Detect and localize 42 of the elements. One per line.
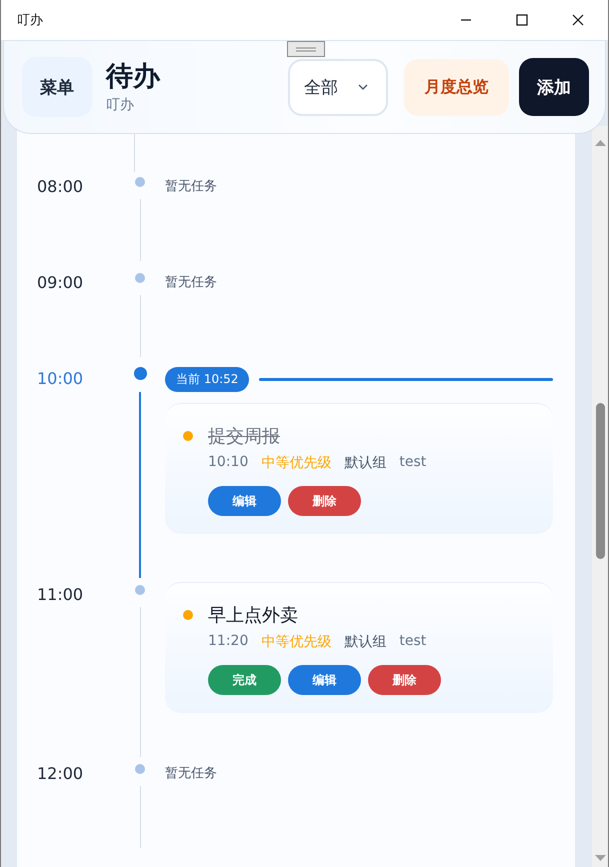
page-title: 待办 — [106, 60, 160, 94]
delete-button[interactable]: 删除 — [368, 665, 441, 695]
hour-label: 11:00 — [37, 585, 84, 604]
add-button[interactable]: 添加 — [519, 58, 589, 116]
timeline-dot — [135, 764, 145, 774]
menu-button[interactable]: 菜单 — [22, 57, 92, 117]
current-time-badge: 当前 10:52 — [165, 366, 250, 392]
chevron-down-icon — [358, 84, 368, 90]
timeline-dot — [135, 177, 145, 187]
scrollbar-thumb[interactable] — [596, 403, 605, 559]
edit-button[interactable]: 编辑 — [208, 486, 281, 516]
complete-button[interactable]: 完成 — [208, 665, 281, 695]
task-group: 默认组 — [344, 454, 386, 472]
hour-label: 09:00 — [37, 273, 84, 292]
empty-slot-text: 暂无任务 — [165, 766, 217, 781]
task-tag: test — [399, 454, 426, 472]
page-subtitle: 叮办 — [106, 96, 135, 114]
maximize-icon[interactable] — [516, 14, 528, 26]
task-priority: 中等优先级 — [261, 633, 332, 651]
task-group: 默认组 — [344, 633, 386, 651]
task-tag: test — [399, 633, 426, 651]
task-title: 早上点外卖 — [208, 604, 298, 627]
task-title: 提交周报 — [208, 425, 280, 448]
hour-label: 10:00 — [37, 369, 84, 388]
empty-slot-text: 暂无任务 — [165, 275, 217, 290]
delete-button[interactable]: 删除 — [288, 486, 361, 516]
close-icon[interactable] — [572, 14, 584, 26]
task-priority: 中等优先级 — [261, 454, 332, 472]
task-time: 11:20 — [208, 633, 248, 651]
month-overview-button[interactable]: 月度总览 — [404, 58, 509, 116]
empty-slot-text: 暂无任务 — [165, 179, 217, 194]
window-title: 叮办 — [17, 12, 43, 29]
hour-label: 08:00 — [37, 177, 84, 196]
task-time: 10:10 — [208, 454, 248, 472]
timeline-dot — [135, 273, 145, 283]
hour-label: 12:00 — [37, 764, 84, 783]
filter-dropdown[interactable]: 全部 — [288, 58, 388, 116]
edit-button[interactable]: 编辑 — [288, 665, 361, 695]
drag-handle-icon[interactable] — [287, 41, 325, 57]
timeline-dot — [134, 367, 146, 380]
timeline-dot — [135, 585, 145, 595]
scrollbar[interactable] — [592, 126, 608, 867]
